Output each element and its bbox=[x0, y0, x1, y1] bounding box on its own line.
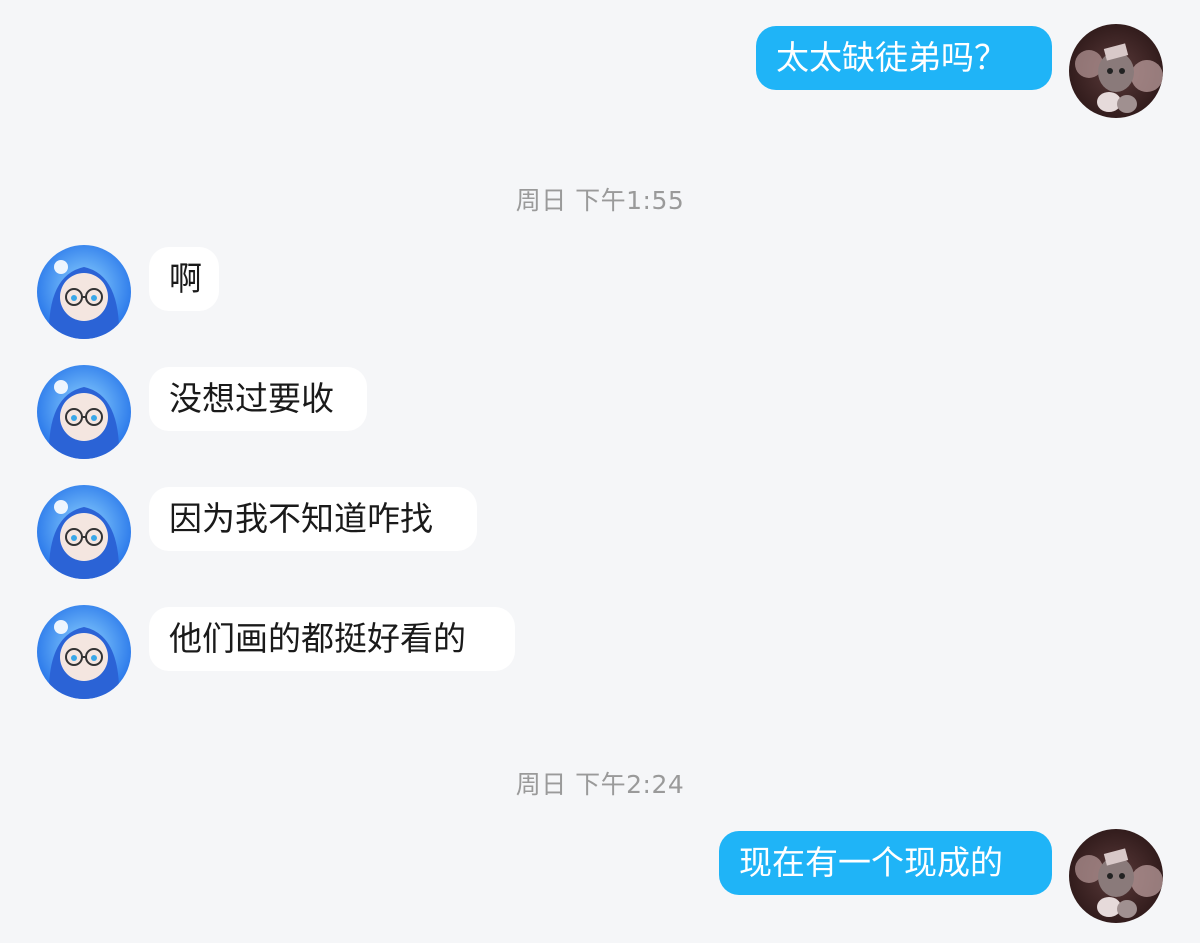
message-bubble-incoming[interactable]: 因为我不知道咋找 bbox=[149, 487, 477, 551]
message-row: 太太缺徒弟吗？ bbox=[0, 24, 1200, 118]
contact-avatar-icon[interactable] bbox=[37, 485, 131, 579]
timestamp: 周日 下午2:24 bbox=[515, 770, 685, 799]
message-bubble-incoming[interactable]: 他们画的都挺好看的 bbox=[149, 607, 515, 671]
message-bubble-outgoing[interactable]: 太太缺徒弟吗？ bbox=[756, 26, 1052, 90]
message-bubble-incoming[interactable]: 没想过要收 bbox=[149, 367, 367, 431]
contact-avatar-icon[interactable] bbox=[37, 605, 131, 699]
self-avatar-icon[interactable] bbox=[1069, 829, 1163, 923]
timestamp: 周日 下午1:55 bbox=[515, 186, 685, 215]
message-row: 没想过要收 bbox=[0, 365, 1200, 459]
self-avatar-icon[interactable] bbox=[1069, 24, 1163, 118]
message-bubble-incoming[interactable]: 啊 bbox=[149, 247, 219, 311]
message-row: 因为我不知道咋找 bbox=[0, 485, 1200, 579]
message-row: 啊 bbox=[0, 245, 1200, 339]
message-row: 他们画的都挺好看的 bbox=[0, 605, 1200, 699]
contact-avatar-icon[interactable] bbox=[37, 245, 131, 339]
contact-avatar-icon[interactable] bbox=[37, 365, 131, 459]
message-bubble-outgoing[interactable]: 现在有一个现成的 bbox=[719, 831, 1052, 895]
message-row: 现在有一个现成的 bbox=[0, 829, 1200, 923]
